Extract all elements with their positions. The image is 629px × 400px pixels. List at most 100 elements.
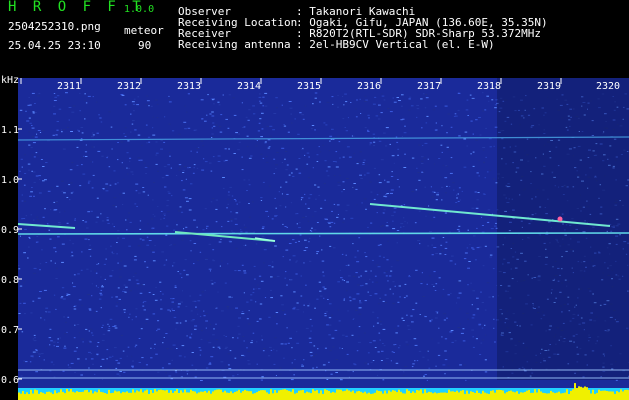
noise-speck bbox=[31, 136, 34, 138]
noise-speck bbox=[96, 132, 99, 134]
noise-speck bbox=[435, 283, 438, 285]
noise-speck bbox=[488, 169, 492, 171]
noise-speck bbox=[395, 362, 399, 364]
noise-speck bbox=[472, 248, 475, 250]
noise-speck bbox=[186, 111, 188, 113]
noise-speck bbox=[319, 151, 322, 153]
noise-speck bbox=[337, 214, 339, 215]
noise-speck bbox=[228, 191, 230, 193]
noise-speck bbox=[339, 175, 341, 177]
noise-speck bbox=[280, 295, 283, 297]
signal-bar bbox=[590, 393, 592, 400]
noise-speck bbox=[339, 347, 341, 349]
noise-speck bbox=[421, 163, 424, 164]
noise-speck bbox=[96, 263, 98, 265]
signal-bar bbox=[146, 389, 148, 400]
noise-speck bbox=[419, 314, 421, 315]
noise-speck bbox=[374, 96, 377, 98]
noise-speck bbox=[30, 214, 33, 216]
noise-speck bbox=[150, 347, 152, 349]
noise-speck bbox=[438, 327, 440, 329]
noise-speck bbox=[345, 101, 348, 103]
noise-speck bbox=[163, 217, 165, 219]
noise-speck bbox=[350, 102, 352, 103]
noise-speck bbox=[327, 175, 330, 177]
noise-speck bbox=[378, 255, 382, 257]
noise-speck bbox=[96, 216, 99, 218]
noise-speck bbox=[444, 105, 448, 107]
noise-speck bbox=[426, 351, 428, 353]
signal-bar bbox=[286, 390, 288, 400]
noise-speck bbox=[168, 98, 171, 100]
noise-speck bbox=[152, 313, 156, 315]
noise-speck bbox=[301, 114, 305, 116]
noise-speck bbox=[47, 190, 51, 192]
noise-speck bbox=[123, 133, 125, 135]
noise-speck bbox=[408, 276, 411, 278]
signal-bar bbox=[132, 389, 134, 400]
noise-speck bbox=[397, 148, 400, 150]
noise-speck bbox=[457, 109, 460, 111]
noise-speck bbox=[434, 317, 438, 319]
noise-speck bbox=[486, 171, 489, 173]
noise-speck bbox=[66, 197, 69, 198]
hrofft-window: H R O F F T 1.0.0 2504252310.png meteor … bbox=[0, 0, 629, 400]
signal-bar bbox=[574, 383, 576, 400]
signal-bar bbox=[460, 390, 462, 400]
noise-speck bbox=[150, 230, 152, 232]
signal-bar bbox=[564, 392, 566, 400]
signal-bar bbox=[30, 389, 32, 400]
noise-speck bbox=[258, 96, 262, 98]
signal-bar bbox=[352, 390, 354, 400]
noise-speck bbox=[28, 246, 30, 248]
noise-speck bbox=[472, 336, 474, 338]
noise-speck bbox=[191, 364, 194, 366]
noise-speck bbox=[164, 116, 166, 118]
noise-speck bbox=[73, 350, 77, 352]
noise-speck bbox=[301, 365, 304, 367]
noise-speck bbox=[472, 165, 475, 167]
noise-speck bbox=[163, 141, 166, 143]
noise-speck bbox=[228, 368, 232, 370]
noise-speck bbox=[142, 366, 144, 368]
noise-speck bbox=[238, 317, 241, 319]
noise-speck bbox=[351, 135, 353, 137]
noise-speck bbox=[494, 341, 496, 343]
noise-speck bbox=[466, 247, 469, 249]
noise-speck bbox=[142, 302, 144, 304]
noise-speck bbox=[91, 187, 94, 189]
noise-speck bbox=[232, 97, 235, 99]
noise-speck bbox=[262, 181, 265, 183]
noise-speck bbox=[399, 345, 401, 347]
noise-speck bbox=[156, 117, 159, 119]
noise-speck bbox=[295, 213, 297, 215]
noise-speck bbox=[264, 105, 268, 107]
noise-speck bbox=[90, 358, 94, 360]
noise-speck bbox=[192, 172, 195, 174]
noise-speck bbox=[212, 260, 216, 262]
noise-speck bbox=[31, 127, 35, 129]
noise-speck bbox=[119, 276, 122, 278]
noise-speck bbox=[259, 100, 261, 102]
noise-speck bbox=[116, 302, 118, 303]
noise-speck bbox=[260, 379, 263, 381]
noise-speck bbox=[33, 156, 36, 158]
noise-speck bbox=[76, 164, 79, 166]
signal-bar bbox=[374, 392, 376, 400]
noise-speck bbox=[228, 94, 231, 96]
noise-speck bbox=[264, 141, 267, 143]
signal-bar bbox=[294, 393, 296, 400]
noise-speck bbox=[406, 325, 410, 327]
signal-bar bbox=[480, 393, 482, 400]
noise-speck bbox=[190, 310, 193, 312]
noise-speck bbox=[142, 305, 145, 307]
noise-speck bbox=[138, 192, 141, 194]
noise-speck bbox=[346, 204, 350, 206]
noise-speck bbox=[403, 204, 406, 206]
noise-speck bbox=[482, 339, 485, 341]
noise-speck bbox=[87, 294, 90, 296]
noise-speck bbox=[61, 131, 63, 133]
noise-speck bbox=[441, 151, 443, 153]
noise-speck bbox=[146, 236, 149, 238]
noise-speck bbox=[82, 220, 84, 221]
